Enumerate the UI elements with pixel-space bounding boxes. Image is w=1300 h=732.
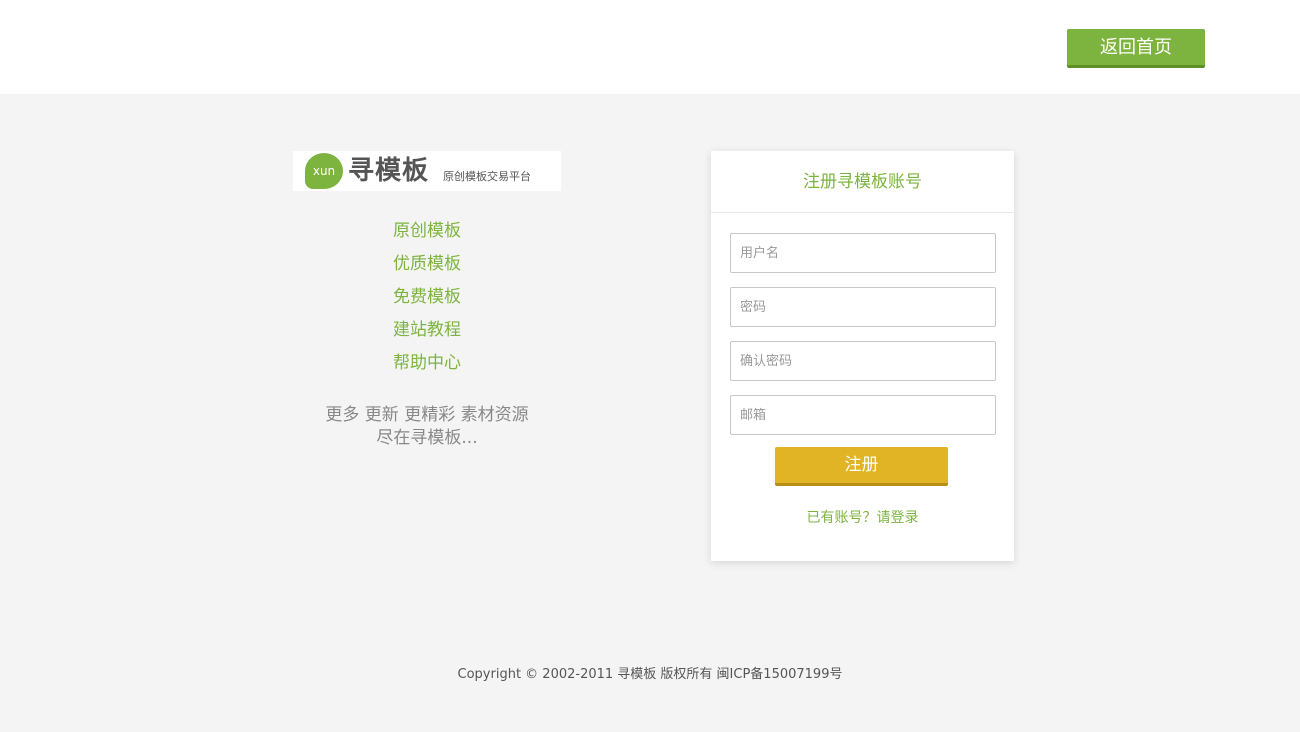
username-input[interactable] <box>730 233 996 273</box>
confirm-password-input[interactable] <box>730 341 996 381</box>
slogan-line-2: 尽在寻模板... <box>376 428 478 448</box>
category-nav: 原创模板 优质模板 免费模板 建站教程 帮助中心 <box>293 215 561 380</box>
register-button[interactable]: 注册 <box>775 447 948 486</box>
logo-name: 寻模板 <box>348 156 430 186</box>
nav-item-help-center[interactable]: 帮助中心 <box>293 347 561 380</box>
password-input[interactable] <box>730 287 996 327</box>
slogan: 更多 更新 更精彩 素材资源 尽在寻模板... <box>293 404 561 450</box>
logo-tagline: 原创模板交易平台 <box>443 170 531 183</box>
nav-item-original-templates[interactable]: 原创模板 <box>293 215 561 248</box>
logo-bubble-icon: xun <box>305 153 343 189</box>
brand-panel: xun 寻模板 原创模板交易平台 原创模板 优质模板 免费模板 建站教程 帮助中… <box>293 151 561 450</box>
register-title: 注册寻模板账号 <box>711 151 1014 213</box>
back-home-button[interactable]: 返回首页 <box>1067 29 1205 68</box>
login-link[interactable]: 已有账号？请登录 <box>711 508 1014 528</box>
nav-item-free-templates[interactable]: 免费模板 <box>293 281 561 314</box>
email-input[interactable] <box>730 395 996 435</box>
nav-item-tutorials[interactable]: 建站教程 <box>293 314 561 347</box>
slogan-line-1: 更多 更新 更精彩 素材资源 <box>325 405 529 425</box>
top-bar: 返回首页 <box>0 0 1300 94</box>
register-card: 注册寻模板账号 注册 已有账号？请登录 <box>711 151 1014 561</box>
footer-copyright: Copyright © 2002-2011 寻模板 版权所有 闽ICP备1500… <box>457 667 843 682</box>
site-logo[interactable]: xun 寻模板 原创模板交易平台 <box>293 151 561 191</box>
nav-item-quality-templates[interactable]: 优质模板 <box>293 248 561 281</box>
